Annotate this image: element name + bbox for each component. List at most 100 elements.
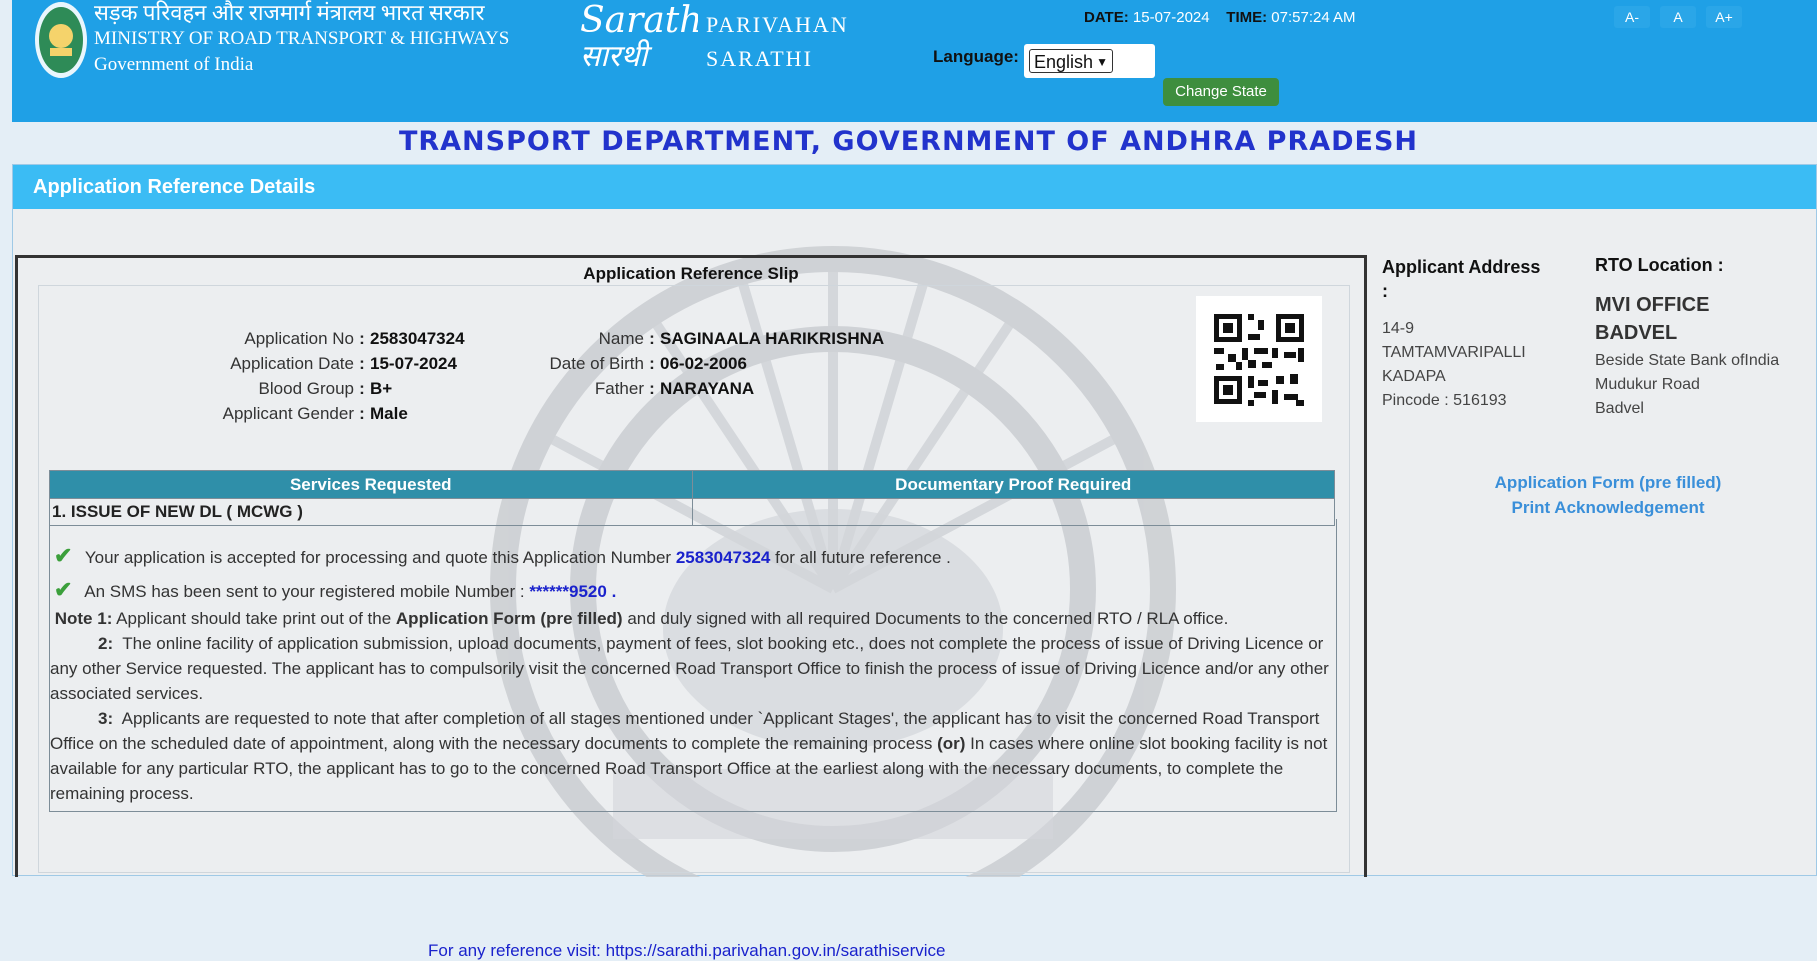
svg-text:सारथी: सारथी [580,39,652,74]
field-value: SAGINAALA HARIKRISHNA [660,329,885,348]
note-2-label: 2: [98,634,114,653]
svg-text:Sarathi: Sarathi [580,0,698,41]
sms-suffix: . [611,582,617,601]
field-label: Father [594,379,644,398]
rto-name-line-1: MVI OFFICE [1595,294,1710,316]
application-reference-panel: Application Reference Details Applicatio… [12,164,1817,960]
language-select-value: English [1034,52,1094,72]
column-header-services: Services Requested [49,470,693,499]
reference-slip: Application Reference Slip Application N… [15,255,1367,960]
right-fields: Name: SAGINAALA HARIKRISHNA Date of Birth… [544,326,885,401]
applicant-address-heading: Applicant Address : [1382,255,1542,303]
sarathi-logo: Sarathi सारथी [580,0,698,74]
field-label: Name [598,329,644,348]
field-name: Name: SAGINAALA HARIKRISHNA [544,326,885,351]
date-label: DATE: [1084,9,1129,26]
brand-line-2: SARATHI [706,46,813,71]
qr-code-icon [1196,296,1322,422]
services-table: Services Requested Documentary Proof Req… [49,470,1335,526]
rto-location-label: RTO Location : [1595,255,1724,275]
note-3-or: (or) [937,734,966,753]
panel-title: Application Reference Details [13,165,1816,209]
language-select[interactable]: English ▼ [1029,49,1113,73]
note-1-text-c: and duly signed with all required Docume… [627,609,1229,628]
applicant-address: 14-9 TAMTAMVARIPALLI KADAPA Pincode : 51… [1382,317,1526,413]
field-value: 06-02-2006 [660,354,747,373]
notes-body: Note 1: Applicant should take print out … [50,606,1330,806]
note-1-label: Note 1: [54,609,113,628]
accept-prefix: Your application is accepted for process… [84,548,672,567]
slip-title: Application Reference Slip [583,264,799,283]
note-1: Note 1: Applicant should take print out … [50,606,1330,631]
brand-line-1: PARIVAHAN [706,12,849,37]
accept-suffix: for all future reference . [775,548,951,567]
field-label: Application No [244,329,354,348]
field-value: 2583047324 [370,329,465,348]
accepted-message: ✔ Your application is accepted for proce… [54,543,951,570]
print-acknowledgement-link[interactable]: Print Acknowledgement [1413,495,1803,520]
field-blood-group: Blood Group: B+ [199,376,465,401]
brand-text: PARIVAHAN SARATHI [706,8,849,76]
rto-address-line: Beside State Bank ofIndia [1595,352,1780,369]
applicant-info-box: Application No:2583047324 Application Da… [38,285,1350,873]
sms-prefix: An SMS has been sent to your registered … [84,582,525,601]
field-label: Application Date [230,354,354,373]
left-fields: Application No:2583047324 Application Da… [199,326,465,426]
font-increase-button[interactable]: A+ [1706,6,1742,28]
field-value: NARAYANA [660,379,755,398]
font-normal-button[interactable]: A [1660,6,1696,28]
font-decrease-button[interactable]: A- [1614,6,1650,28]
rto-name-line-2: BADVEL [1595,322,1678,344]
field-application-no: Application No:2583047324 [199,326,465,351]
address-line: 14-9 [1382,320,1415,337]
rto-address: Beside State Bank ofIndia Mudukur Road B… [1595,349,1779,421]
reference-visit-link[interactable]: For any reference visit: https://sarathi… [428,941,945,961]
font-size-controls: A- A A+ [1614,6,1752,28]
field-application-date: Application Date:15-07-2024 [199,351,465,376]
date-value: 15-07-2024 [1132,9,1210,26]
time-label: TIME: [1226,9,1268,26]
field-dob: Date of Birth:06-02-2006 [544,351,884,376]
application-form-link[interactable]: Application Form (pre filled) [1413,470,1803,495]
column-header-proof: Documentary Proof Required [691,470,1335,499]
change-state-button[interactable]: Change State [1163,78,1279,106]
department-title: TRANSPORT DEPARTMENT, GOVERNMENT OF ANDH… [398,126,1419,157]
action-links: Application Form (pre filled) Print Ackn… [1413,470,1803,520]
ministry-english: MINISTRY OF ROAD TRANSPORT & HIGHWAYS [94,28,510,49]
chevron-down-icon: ▼ [1096,55,1108,69]
applicant-address-label: Applicant Address [1382,257,1541,277]
table-header-row: Services Requested Documentary Proof Req… [49,470,1335,499]
checkmark-icon: ✔ [54,543,73,568]
field-label: Applicant Gender [222,404,354,423]
field-label: Date of Birth [549,354,645,373]
date-time: DATE: 15-07-2024 TIME: 07:57:24 AM [1084,9,1356,26]
field-value: B+ [370,379,393,398]
note-1-text-a: Applicant should take print out of the [116,609,392,628]
field-label: Blood Group [258,379,354,398]
note-2: 2: The online facility of application su… [50,631,1330,706]
language-label: Language: [933,47,1019,66]
ashoka-emblem-icon [35,2,87,78]
rto-address-line: Badvel [1595,400,1644,417]
government-of-india: Government of India [94,54,254,75]
field-value: 15-07-2024 [370,354,457,373]
note-3: 3: Applicants are requested to note that… [50,706,1330,806]
address-pincode: Pincode : 516193 [1382,392,1507,409]
address-line: KADAPA [1382,368,1446,385]
rto-address-line: Mudukur Road [1595,376,1700,393]
ministry-hindi: सड़क परिवहन और राजमार्ग मंत्रालय भारत सर… [94,0,485,25]
accept-number: 2583047324 [675,548,771,567]
ministry-text: सड़क परिवहन और राजमार्ग मंत्रालय भारत सर… [94,0,509,78]
note-2-text: The online facility of application submi… [50,634,1329,703]
field-value: Male [370,404,408,423]
field-father: Father: NARAYANA [544,376,884,401]
rto-name: MVI OFFICE BADVEL [1595,291,1709,347]
address-line: TAMTAMVARIPALLI [1382,344,1526,361]
time-value: 07:57:24 AM [1271,9,1356,26]
note-1-text-b: Application Form (pre filled) [395,609,623,628]
note-3-label: 3: [98,709,114,728]
sms-number: ******9520 [529,582,607,601]
notes-section: ✔ Your application is accepted for proce… [49,519,1337,812]
field-gender: Applicant Gender: Male [199,401,465,426]
language-select-wrapper: English ▼ [1024,44,1155,78]
